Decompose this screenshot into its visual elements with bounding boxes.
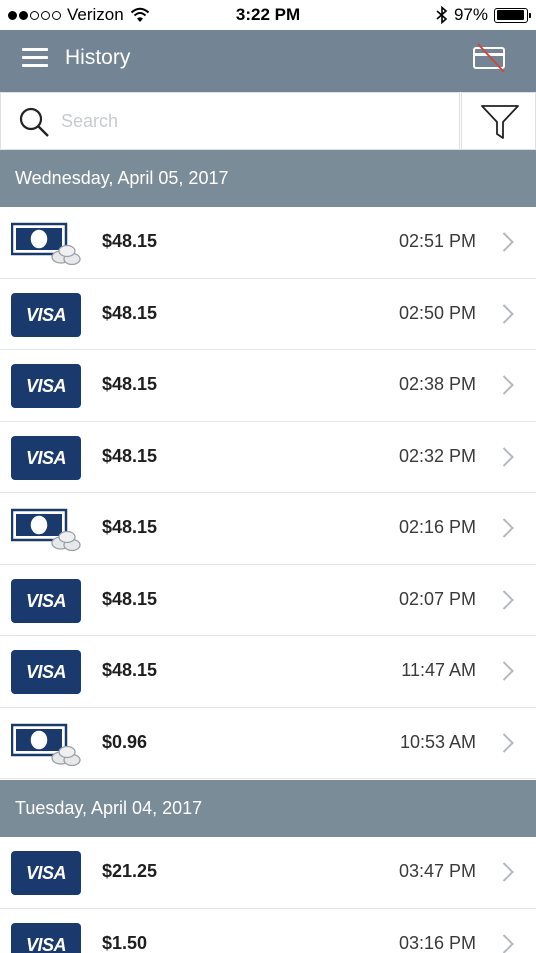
search-box <box>0 92 460 150</box>
visa-card-icon: VISA <box>11 435 81 480</box>
transaction-row[interactable]: VISA $1.50 03:16 PM <box>0 908 536 953</box>
battery-icon <box>494 7 531 23</box>
visa-card-icon: VISA <box>11 578 81 623</box>
chevron-right-icon <box>502 660 514 682</box>
transaction-amount: $48.15 <box>102 231 158 251</box>
cash-payment-icon <box>10 507 81 552</box>
transaction-row[interactable]: VISA $48.15 11:47 AM <box>0 636 536 708</box>
transaction-row[interactable]: VISA $48.15 02:07 PM <box>0 564 536 636</box>
page-title: History <box>65 46 131 69</box>
visa-card-icon: VISA <box>11 922 81 953</box>
chevron-right-icon <box>502 231 514 253</box>
nav-bar: History <box>0 30 536 92</box>
cash-payment-icon <box>10 221 81 266</box>
transaction-row[interactable]: VISA $21.25 03:47 PM <box>0 837 536 909</box>
search-input[interactable] <box>61 107 441 135</box>
filter-button[interactable] <box>461 92 536 150</box>
section-header: Wednesday, April 05, 2017 <box>0 150 536 207</box>
chevron-right-icon <box>502 933 514 953</box>
transaction-time: 02:38 PM <box>398 374 476 394</box>
transaction-row[interactable]: VISA $48.15 02:32 PM <box>0 421 536 493</box>
chevron-right-icon <box>502 303 514 325</box>
transaction-time: 02:07 PM <box>398 588 476 609</box>
chevron-right-icon <box>502 446 514 468</box>
transaction-amount: $48.15 <box>102 374 158 394</box>
transaction-row[interactable]: $48.15 02:51 PM <box>0 207 536 279</box>
cash-payment-icon <box>10 722 81 766</box>
visa-card-icon: VISA <box>11 364 81 408</box>
section-date: Wednesday, April 05, 2017 <box>15 168 229 188</box>
chevron-right-icon <box>502 861 514 883</box>
transaction-amount: $0.96 <box>102 731 148 752</box>
chevron-right-icon <box>502 589 514 611</box>
card-crossed-icon[interactable] <box>472 42 508 74</box>
chevron-right-icon <box>502 374 514 396</box>
transaction-row[interactable]: $48.15 02:16 PM <box>0 493 536 565</box>
transaction-time: 10:53 AM <box>399 731 476 752</box>
transaction-row[interactable]: VISA $48.15 02:50 PM <box>0 278 536 350</box>
visa-card-icon: VISA <box>11 650 81 694</box>
transaction-time: 02:16 PM <box>398 517 476 537</box>
filter-icon <box>481 105 519 139</box>
status-bar: Verizon 3:22 PM 97% <box>0 0 536 30</box>
battery-percent: 97% <box>453 5 488 24</box>
transaction-amount: $48.15 <box>102 445 158 466</box>
transaction-amount: $48.15 <box>102 302 158 323</box>
section-header: Tuesday, April 04, 2017 <box>0 780 536 837</box>
transaction-amount: $21.25 <box>102 861 158 881</box>
menu-button[interactable] <box>22 46 50 70</box>
transaction-amount: $1.50 <box>102 932 148 953</box>
battery-info: 97% <box>436 5 531 25</box>
transaction-amount: $48.15 <box>102 517 158 537</box>
transaction-time: 11:47 AM <box>401 660 476 680</box>
transaction-row[interactable]: VISA $48.15 02:38 PM <box>0 350 536 422</box>
transaction-row[interactable]: $0.96 10:53 AM <box>0 707 536 779</box>
transaction-time: 02:51 PM <box>398 231 476 251</box>
chevron-right-icon <box>502 732 514 754</box>
bluetooth-icon <box>436 6 448 24</box>
visa-card-icon: VISA <box>11 292 81 337</box>
transaction-time: 02:50 PM <box>398 302 476 323</box>
transaction-amount: $48.15 <box>102 588 158 609</box>
section-date: Tuesday, April 04, 2017 <box>15 798 203 818</box>
transaction-time: 03:16 PM <box>398 932 476 953</box>
search-bar <box>0 92 536 150</box>
chevron-right-icon <box>502 517 514 539</box>
transaction-time: 03:47 PM <box>398 861 476 881</box>
transaction-time: 02:32 PM <box>398 445 476 466</box>
visa-card-icon: VISA <box>11 851 81 895</box>
search-icon <box>19 107 49 137</box>
transaction-amount: $48.15 <box>102 660 158 680</box>
